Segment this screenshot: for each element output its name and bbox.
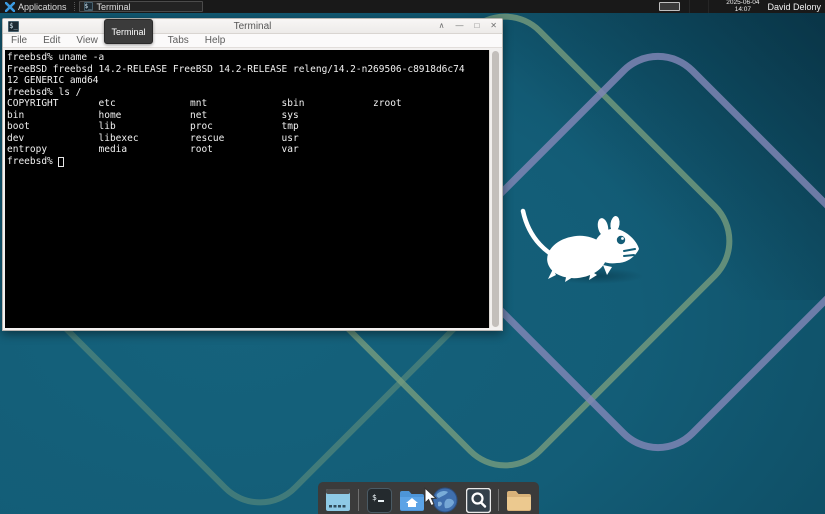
taskbar-tooltip: Terminal — [104, 19, 153, 44]
terminal-cursor — [58, 157, 64, 167]
menu-file[interactable]: File — [11, 35, 27, 46]
terminal-prompt: freebsd% — [7, 156, 58, 168]
terminal-app-icon: $_ — [84, 2, 93, 11]
xfce-logo-icon — [5, 2, 15, 12]
show-desktop-icon[interactable] — [325, 487, 351, 513]
svg-text:$: $ — [372, 493, 377, 502]
menu-view[interactable]: View — [76, 35, 98, 46]
menu-help[interactable]: Help — [205, 35, 226, 46]
terminal-viewport[interactable]: freebsd% uname -a FreeBSD freebsd 14.2-R… — [5, 50, 500, 328]
taskbar-window-button[interactable]: $_ Terminal — [79, 1, 203, 12]
terminal-scrollbar[interactable] — [489, 50, 500, 328]
dock-separator — [498, 489, 499, 511]
terminal-window: $_ Terminal ∧ — □ ✕ File Edit View Termi… — [2, 18, 503, 331]
top-panel: Applications $_ Terminal 2025-06-04 14:0… — [0, 0, 825, 13]
menu-tabs[interactable]: Tabs — [168, 35, 189, 46]
home-folder-icon[interactable] — [399, 487, 425, 513]
desktop: $_ Terminal ∧ — □ ✕ File Edit View Termi… — [0, 0, 825, 514]
terminal-launcher-icon[interactable]: $ — [366, 487, 392, 513]
panel-separator — [689, 0, 690, 13]
applications-label: Applications — [18, 2, 67, 12]
mouse-cursor — [424, 487, 438, 507]
panel-clock[interactable]: 2025-06-04 14:07 — [726, 0, 759, 13]
shade-button[interactable]: ∧ — [439, 22, 445, 30]
maximize-button[interactable]: □ — [474, 22, 479, 30]
dock-separator — [358, 489, 359, 511]
taskbar-button-label: Terminal — [97, 2, 131, 12]
window-titlebar[interactable]: $_ Terminal ∧ — □ ✕ — [3, 19, 502, 34]
clock-time: 14:07 — [726, 7, 759, 14]
panel-separator — [74, 2, 75, 11]
window-menubar: File Edit View Terminal Tabs Help — [3, 34, 502, 48]
scrollbar-thumb[interactable] — [492, 51, 499, 327]
terminal-output[interactable]: freebsd% uname -a FreeBSD freebsd 14.2-R… — [5, 50, 489, 328]
terminal-app-icon: $_ — [8, 21, 19, 32]
minimize-button[interactable]: — — [455, 22, 463, 30]
user-menu-button[interactable]: David Delony — [767, 2, 825, 12]
xfce-mouse-logo-icon — [515, 205, 645, 285]
workspace-pager[interactable] — [659, 2, 680, 11]
window-title: Terminal — [3, 21, 502, 32]
file-manager-icon[interactable] — [506, 487, 532, 513]
menu-edit[interactable]: Edit — [43, 35, 60, 46]
app-finder-icon[interactable] — [465, 487, 491, 513]
terminal-text: freebsd% uname -a FreeBSD freebsd 14.2-R… — [7, 52, 488, 156]
panel-separator — [708, 0, 709, 13]
applications-menu-button[interactable]: Applications — [0, 0, 72, 13]
close-button[interactable]: ✕ — [490, 22, 497, 30]
